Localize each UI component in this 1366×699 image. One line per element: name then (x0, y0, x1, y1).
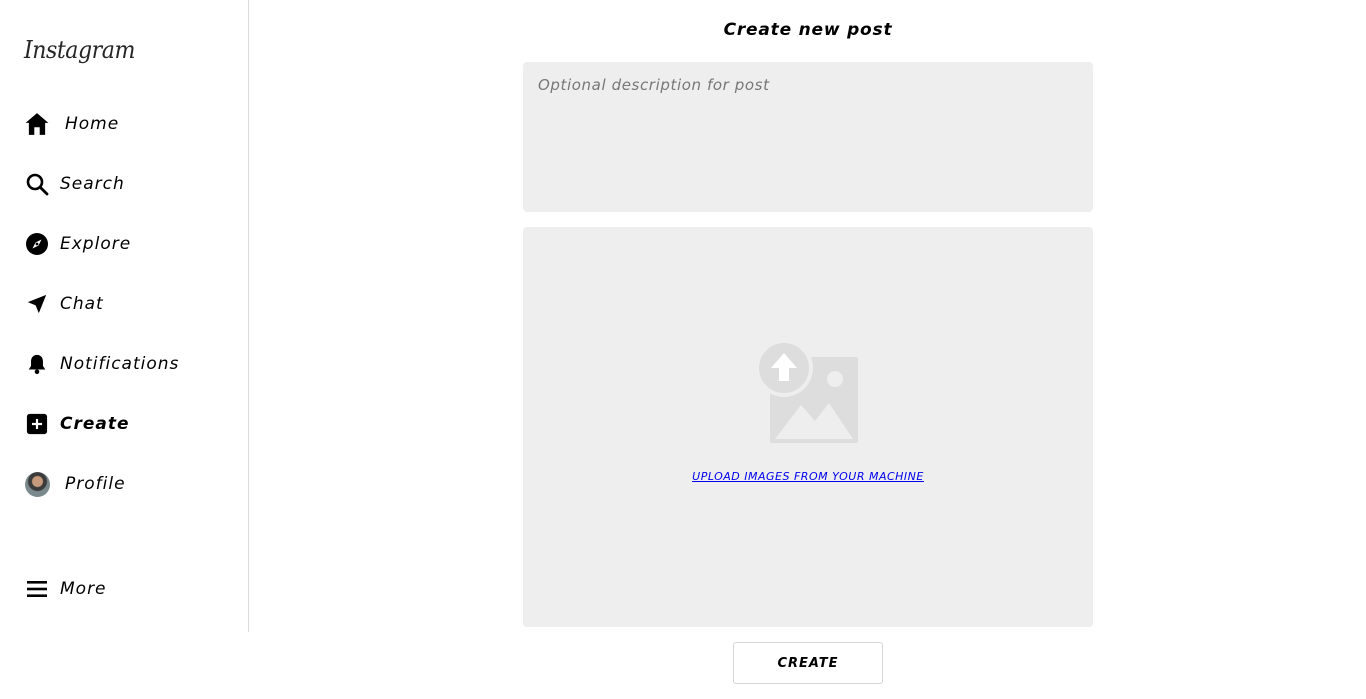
sidebar-item-label: More (60, 579, 107, 599)
sidebar-item-label: Notifications (60, 354, 180, 374)
sidebar: Instagram Home Search Explore Chat Notif… (0, 0, 249, 632)
avatar (24, 471, 50, 497)
bell-icon (24, 351, 50, 377)
sidebar-item-create[interactable]: Create (24, 410, 130, 438)
sidebar-item-notifications[interactable]: Notifications (24, 350, 179, 378)
menu-icon (24, 576, 50, 602)
image-upload-icon (755, 339, 859, 449)
page-title: Create new post (723, 20, 893, 40)
sidebar-item-label: Chat (60, 294, 104, 314)
sidebar-item-label: Search (60, 174, 125, 194)
sidebar-item-more[interactable]: More (24, 575, 107, 603)
sidebar-item-explore[interactable]: Explore (24, 230, 131, 258)
sidebar-item-chat[interactable]: Chat (24, 290, 104, 318)
compass-icon (24, 231, 50, 257)
sidebar-item-label: Home (65, 114, 120, 134)
sidebar-item-label: Create (60, 414, 130, 434)
sidebar-item-home[interactable]: Home (24, 110, 119, 138)
plus-square-icon (24, 411, 50, 437)
description-input[interactable] (523, 62, 1093, 212)
send-icon (24, 291, 50, 317)
sidebar-item-label: Explore (60, 234, 132, 254)
sidebar-item-profile[interactable]: Profile (24, 470, 126, 498)
create-button[interactable]: CREATE (733, 642, 883, 684)
home-icon (24, 111, 50, 137)
sidebar-item-label: Profile (65, 474, 126, 494)
upload-images-link[interactable]: UPLOAD IMAGES FROM YOUR MACHINE (523, 470, 1093, 483)
avatar-wrapper (24, 471, 50, 497)
sidebar-item-search[interactable]: Search (24, 170, 125, 198)
upload-dropzone[interactable]: UPLOAD IMAGES FROM YOUR MACHINE (523, 227, 1093, 627)
search-icon (24, 171, 50, 197)
instagram-logo[interactable]: Instagram (24, 36, 135, 64)
